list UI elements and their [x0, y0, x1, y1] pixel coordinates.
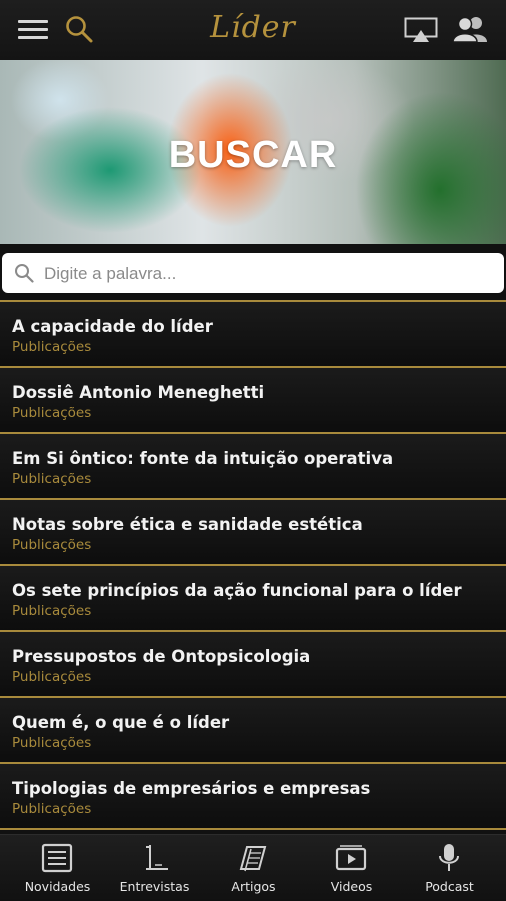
list-item[interactable]: Os sete princípios da ação funcional par… [0, 564, 506, 630]
item-category: Publicações [12, 405, 92, 421]
divider [0, 828, 506, 830]
tab-label: Novidades [24, 879, 91, 894]
tab-label: Artigos [231, 879, 276, 894]
item-category: Publicações [12, 669, 92, 685]
item-category: Publicações [12, 801, 92, 817]
list-item[interactable]: A capacidade do líder Publicações [0, 300, 506, 366]
list-item[interactable]: Pressupostos de Ontopsicologia Publicaçõ… [0, 630, 506, 696]
search-icon [15, 264, 34, 283]
item-category: Publicações [12, 471, 92, 487]
results-list: A capacidade do líder Publicações Dossiê… [0, 300, 506, 830]
top-bar: Líder [0, 0, 506, 60]
tab-entrevistas[interactable]: Entrevistas [104, 835, 205, 901]
search-bar [0, 244, 506, 302]
item-title: Em Si ôntico: fonte da intuição operativ… [12, 449, 394, 468]
bottom-tab-bar: Novidades Entrevistas Artigos Videos Pod… [0, 834, 506, 901]
item-category: Publicações [12, 537, 92, 553]
tab-novidades[interactable]: Novidades [7, 835, 108, 901]
tab-podcast[interactable]: Podcast [399, 835, 500, 901]
tab-label: Entrevistas [119, 879, 190, 894]
tab-videos[interactable]: Videos [301, 835, 402, 901]
microphone-icon [439, 844, 459, 871]
item-category: Publicações [12, 339, 92, 355]
tab-label: Podcast [425, 879, 474, 894]
search-box[interactable] [2, 253, 504, 293]
list-item[interactable]: Quem é, o que é o líder Publicações [0, 696, 506, 762]
hero-banner: BUSCAR [0, 60, 506, 244]
tab-label: Videos [330, 879, 373, 894]
item-title: Notas sobre ética e sanidade estética [12, 515, 363, 534]
item-title: Dossiê Antonio Meneghetti [12, 383, 265, 402]
airplay-icon[interactable] [404, 17, 438, 43]
video-icon [335, 845, 367, 871]
list-item[interactable]: Dossiê Antonio Meneghetti Publicações [0, 366, 506, 432]
item-category: Publicações [12, 603, 92, 619]
page-title: BUSCAR [168, 134, 338, 176]
item-title: Quem é, o que é o líder [12, 713, 230, 732]
news-icon [41, 843, 73, 873]
users-icon[interactable] [452, 15, 488, 43]
list-item[interactable]: Notas sobre ética e sanidade estética Pu… [0, 498, 506, 564]
list-item[interactable]: Tipologias de empresários e empresas Pub… [0, 762, 506, 828]
articles-icon [239, 846, 267, 872]
item-title: A capacidade do líder [12, 317, 213, 336]
list-item[interactable]: Em Si ôntico: fonte da intuição operativ… [0, 432, 506, 498]
item-title: Pressupostos de Ontopsicologia [12, 647, 311, 666]
search-input[interactable] [42, 259, 486, 289]
item-title: Os sete princípios da ação funcional par… [12, 581, 462, 600]
tab-artigos[interactable]: Artigos [203, 835, 304, 901]
item-category: Publicações [12, 735, 92, 751]
item-title: Tipologias de empresários e empresas [12, 779, 371, 798]
interview-icon [146, 845, 168, 870]
